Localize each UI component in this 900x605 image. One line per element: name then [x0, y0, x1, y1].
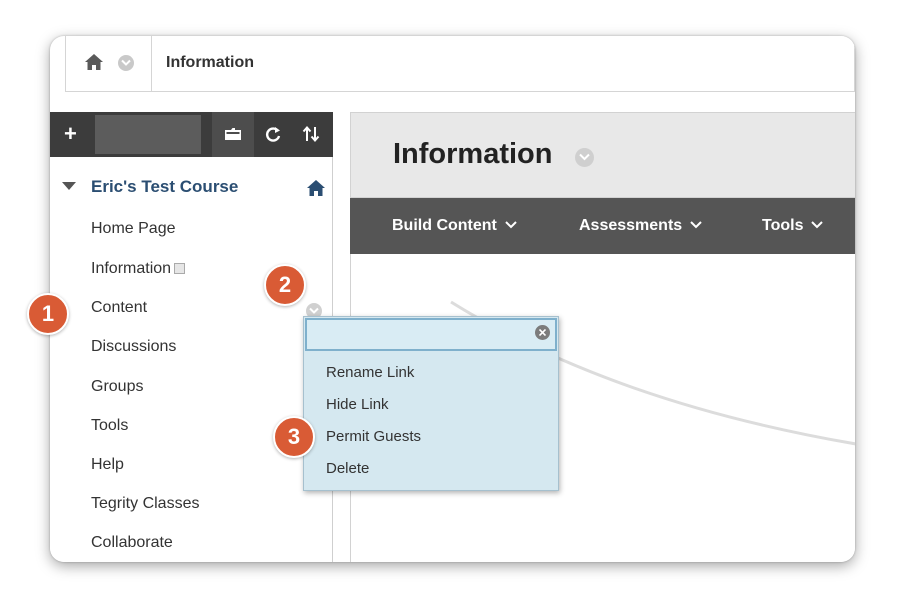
- app-window: Information + Eric's Test Course Home Pa…: [50, 36, 855, 562]
- sidebar-item-discussions[interactable]: Discussions: [91, 336, 176, 358]
- tools-menu[interactable]: Tools: [762, 198, 824, 254]
- menu-item-rename-link[interactable]: Rename Link: [326, 363, 414, 383]
- callout-badge-2: 2: [264, 264, 306, 306]
- assessments-label: Assessments: [579, 217, 683, 234]
- chevron-down-icon: [505, 221, 517, 229]
- menu-item-permit-guests[interactable]: Permit Guests: [326, 427, 421, 447]
- sidebar-item-help[interactable]: Help: [91, 454, 124, 476]
- hidden-item-icon: [174, 263, 186, 274]
- chevron-down-icon: [811, 221, 824, 229]
- page-title: Information: [393, 138, 553, 170]
- page-header: Information: [350, 112, 855, 198]
- sidebar-toolbar: +: [50, 112, 333, 157]
- action-bar: Build Content Assessments Tools: [350, 198, 855, 254]
- collapse-triangle-icon[interactable]: [62, 182, 76, 191]
- sort-icon: [302, 125, 320, 143]
- course-title[interactable]: Eric's Test Course: [91, 177, 238, 197]
- sidebar-item-content[interactable]: Content: [91, 297, 147, 319]
- tools-label: Tools: [762, 217, 804, 234]
- home-icon[interactable]: [84, 53, 104, 71]
- breadcrumb: Information: [65, 36, 855, 92]
- sidebar-item-collaborate[interactable]: Collaborate: [91, 532, 173, 554]
- sidebar-item-tegrity-classes[interactable]: Tegrity Classes: [91, 493, 199, 515]
- sidebar-item-label: Information: [91, 260, 172, 277]
- callout-badge-3: 3: [273, 416, 315, 458]
- build-content-menu[interactable]: Build Content: [392, 198, 517, 254]
- context-menu: Rename Link Hide Link Permit Guests Dele…: [303, 316, 559, 491]
- refresh-button[interactable]: [257, 112, 289, 157]
- course-menu-sidebar: + Eric's Test Course Home Page Informati…: [50, 112, 333, 562]
- build-content-label: Build Content: [392, 217, 497, 234]
- breadcrumb-current: Information: [166, 54, 254, 71]
- menu-item-hide-link[interactable]: Hide Link: [326, 395, 389, 415]
- clear-icon[interactable]: [535, 325, 550, 340]
- sidebar-item-tools[interactable]: Tools: [91, 415, 128, 437]
- refresh-icon: [266, 127, 281, 142]
- folder-icon: [225, 128, 241, 140]
- callout-badge-1: 1: [27, 293, 69, 335]
- add-menu-item-button[interactable]: +: [64, 122, 84, 146]
- sort-button[interactable]: [293, 112, 329, 157]
- folder-view-button[interactable]: [212, 112, 254, 157]
- menu-item-delete[interactable]: Delete: [326, 459, 369, 479]
- breadcrumb-home[interactable]: [66, 36, 152, 91]
- page-options-chevron-icon[interactable]: [575, 148, 594, 167]
- assessments-menu[interactable]: Assessments: [579, 198, 702, 254]
- breadcrumb-menu-chevron-icon[interactable]: [118, 55, 134, 71]
- sidebar-item-information[interactable]: Information: [91, 258, 186, 280]
- chevron-down-icon: [690, 221, 702, 229]
- course-home-icon[interactable]: [306, 179, 326, 197]
- sidebar-item-groups[interactable]: Groups: [91, 376, 143, 398]
- course-header[interactable]: Eric's Test Course: [50, 174, 333, 200]
- menu-search-input[interactable]: [305, 318, 557, 351]
- toolbar-field[interactable]: [95, 115, 201, 154]
- sidebar-item-home-page[interactable]: Home Page: [91, 218, 176, 240]
- toolbar-divider: [201, 112, 211, 157]
